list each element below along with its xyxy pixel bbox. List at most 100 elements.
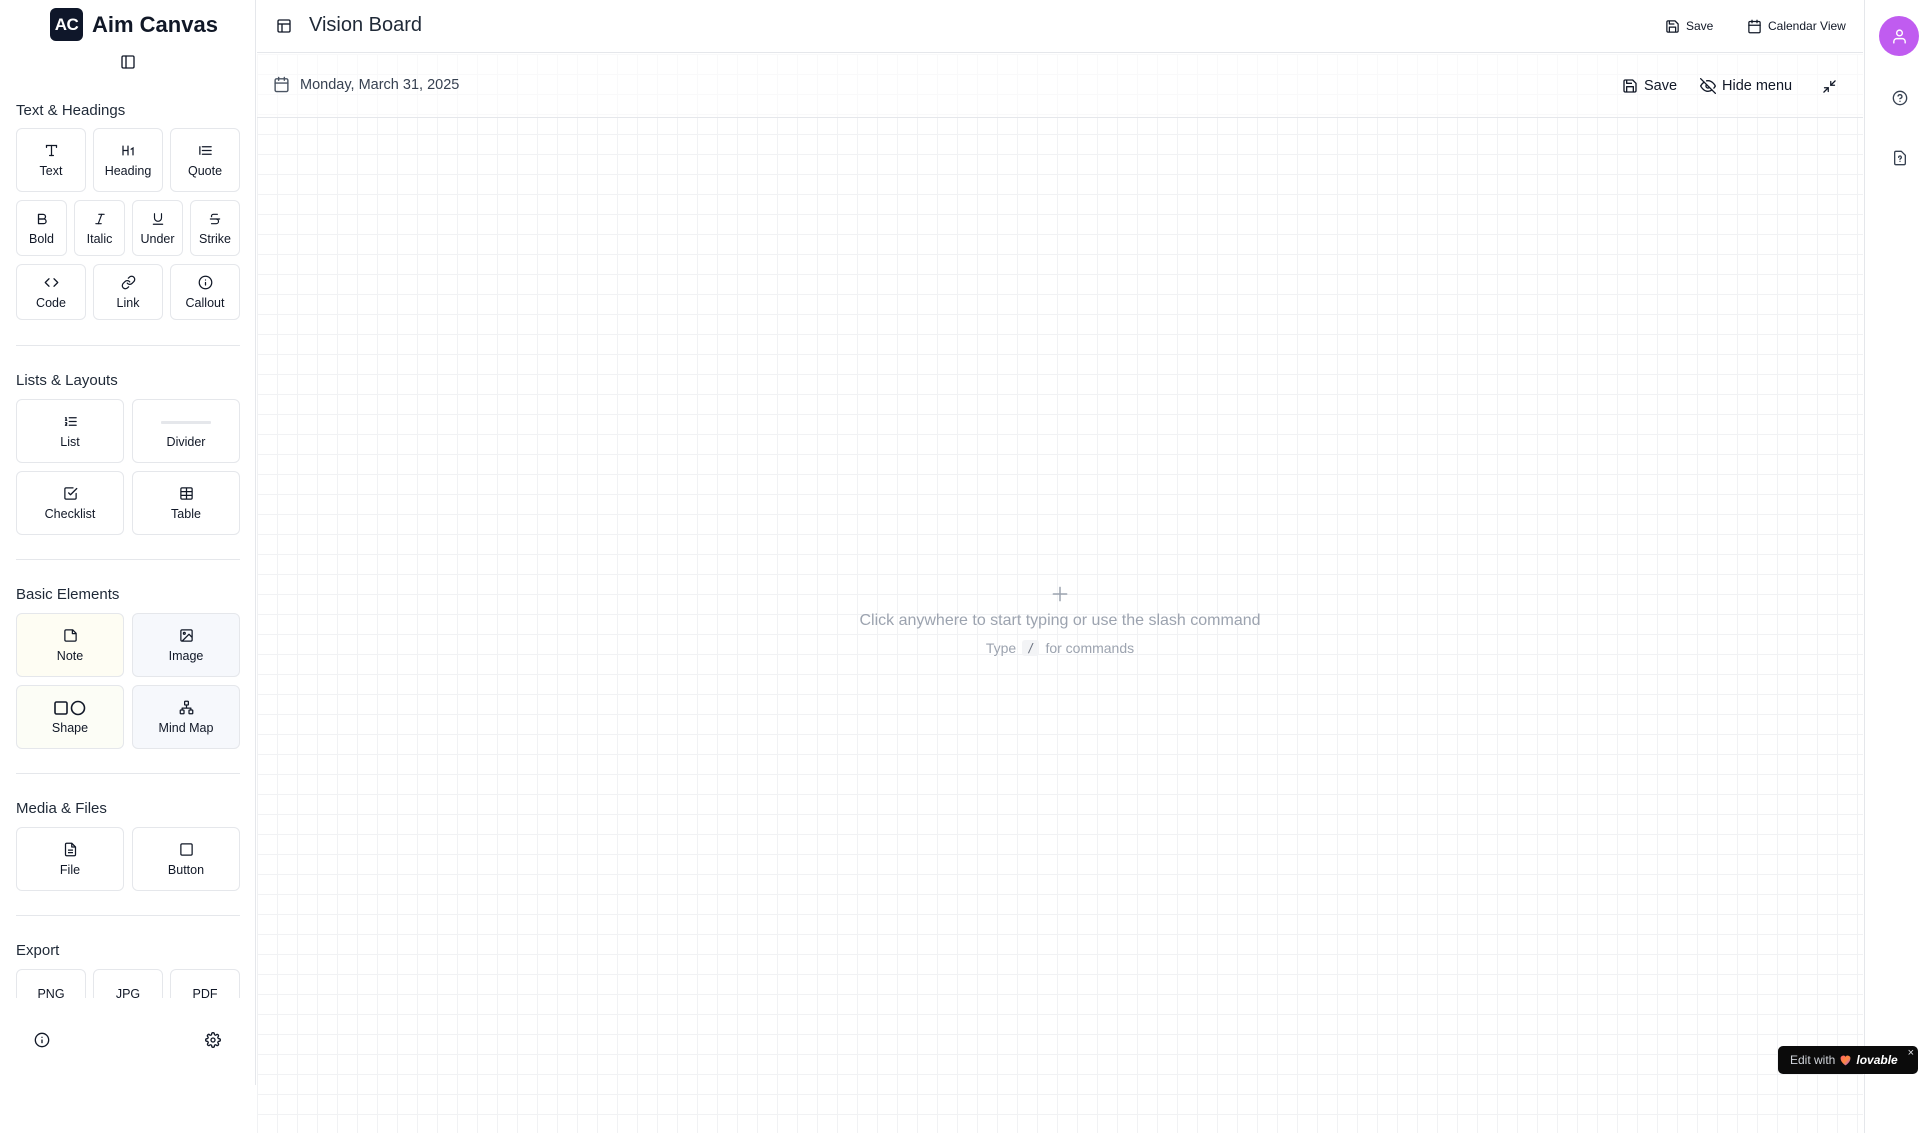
tool-bold[interactable]: Bold	[16, 200, 67, 256]
divider-icon	[161, 414, 211, 430]
section-divider	[16, 915, 240, 916]
heading-icon	[120, 143, 136, 159]
canvas[interactable]: Monday, March 31, 2025 Save Hide menu Cl…	[257, 54, 1863, 1133]
underline-icon	[150, 211, 166, 227]
save-icon	[1665, 19, 1680, 34]
panel-left-icon[interactable]	[118, 52, 138, 72]
sticky-note-icon	[62, 628, 78, 644]
canvas-toolbar: Monday, March 31, 2025 Save Hide menu	[257, 54, 1863, 118]
slash-hint: Type / for commands	[257, 640, 1863, 656]
tool-label: Heading	[104, 163, 152, 178]
tool-checklist[interactable]: Checklist	[16, 471, 124, 535]
app-root: AC Aim Canvas Text & Headings Text Headi…	[0, 0, 1920, 1133]
network-icon	[178, 700, 194, 716]
slash-key: /	[1022, 640, 1040, 656]
link-icon	[120, 275, 136, 291]
tool-strike[interactable]: Strike	[190, 200, 240, 256]
tool-image[interactable]: Image	[132, 613, 240, 677]
tool-label: Link	[116, 295, 140, 310]
calendar-view-label: Calendar View	[1768, 19, 1846, 33]
tool-table[interactable]: Table	[132, 471, 240, 535]
table-icon	[178, 486, 194, 502]
type-icon	[43, 143, 59, 159]
save-icon	[1622, 78, 1638, 94]
tool-label: PNG	[37, 987, 65, 998]
tool-divider[interactable]: Divider	[132, 399, 240, 463]
tool-label: Checklist	[44, 506, 96, 521]
image-icon	[178, 628, 194, 644]
brand-name: Aim Canvas	[92, 11, 218, 37]
tool-text[interactable]: Text	[16, 128, 86, 192]
help-circle-icon[interactable]	[1891, 89, 1909, 107]
code-icon	[43, 275, 59, 291]
tool-label: File	[59, 862, 81, 877]
hide-menu-label: Hide menu	[1722, 78, 1793, 94]
shapes-icon	[54, 700, 86, 716]
italic-icon	[92, 211, 108, 227]
tool-label: Divider	[166, 434, 206, 449]
empty-state: Click anywhere to start typing or use th…	[257, 584, 1863, 656]
gear-icon[interactable]	[203, 1030, 223, 1050]
tool-underline[interactable]: Under	[132, 200, 183, 256]
top-header: Vision Board Save Calendar View	[257, 0, 1863, 53]
tool-label: Quote	[187, 163, 223, 178]
user-icon	[1891, 28, 1908, 45]
sidebar: AC Aim Canvas Text & Headings Text Headi…	[0, 0, 256, 1085]
tool-label: Table	[171, 506, 201, 521]
header-save-button[interactable]: Save	[1665, 16, 1713, 36]
tool-heading[interactable]: Heading	[93, 128, 163, 192]
badge-text: Edit with	[1790, 1053, 1836, 1067]
layout-icon[interactable]	[274, 16, 294, 36]
edit-with-lovable-badge[interactable]: Edit with lovable ×	[1778, 1046, 1918, 1074]
hide-menu-button[interactable]: Hide menu	[1700, 76, 1792, 96]
minimize-icon[interactable]	[1820, 77, 1838, 95]
tool-button[interactable]: Button	[132, 827, 240, 891]
section-title-text: Text & Headings	[16, 102, 126, 119]
tool-mind-map[interactable]: Mind Map	[132, 685, 240, 749]
tools-panel[interactable]: Text & Headings Text Heading Quote Bold …	[16, 96, 240, 998]
checkbox-icon	[62, 486, 78, 502]
tool-callout[interactable]: Callout	[170, 264, 240, 320]
info-icon[interactable]	[32, 1030, 52, 1050]
file-text-icon	[62, 842, 78, 858]
plus-icon	[1050, 584, 1070, 604]
slash-hint-suffix: for commands	[1045, 640, 1135, 656]
empty-hint: Click anywhere to start typing or use th…	[859, 612, 1261, 629]
eye-off-icon	[1700, 78, 1716, 94]
tool-label: PDF	[192, 987, 218, 998]
brand-logo: AC	[50, 8, 83, 41]
date-display[interactable]: Monday, March 31, 2025	[273, 76, 459, 93]
section-divider	[16, 559, 240, 560]
tool-quote[interactable]: Quote	[170, 128, 240, 192]
tool-label: List	[60, 434, 80, 449]
tool-shape[interactable]: Shape	[16, 685, 124, 749]
avatar[interactable]	[1879, 16, 1919, 56]
section-divider	[16, 345, 240, 346]
tool-list[interactable]: List	[16, 399, 124, 463]
bold-icon	[34, 211, 50, 227]
page-title[interactable]: Vision Board	[309, 14, 422, 37]
quote-icon	[197, 143, 213, 159]
tool-label: Code	[36, 295, 66, 310]
tool-link[interactable]: Link	[93, 264, 163, 320]
export-pdf-button[interactable]: PDF	[170, 969, 240, 998]
info-icon	[197, 275, 213, 291]
tool-note[interactable]: Note	[16, 613, 124, 677]
strikethrough-icon	[207, 211, 223, 227]
badge-brand: lovable	[1856, 1053, 1898, 1067]
export-png-button[interactable]: PNG	[16, 969, 86, 998]
file-question-icon[interactable]	[1891, 149, 1909, 167]
tool-italic[interactable]: Italic	[74, 200, 125, 256]
tool-label: Button	[167, 862, 205, 877]
tool-label: Callout	[185, 295, 225, 310]
canvas-save-button[interactable]: Save	[1622, 76, 1677, 96]
brand[interactable]: AC Aim Canvas	[50, 8, 218, 41]
calendar-view-button[interactable]: Calendar View	[1747, 16, 1846, 36]
badge-close-button[interactable]: ×	[1908, 1047, 1914, 1059]
tool-label: JPG	[115, 987, 141, 998]
tool-file[interactable]: File	[16, 827, 124, 891]
calendar-icon	[1747, 19, 1762, 34]
section-divider	[16, 773, 240, 774]
export-jpg-button[interactable]: JPG	[93, 969, 163, 998]
tool-code[interactable]: Code	[16, 264, 86, 320]
